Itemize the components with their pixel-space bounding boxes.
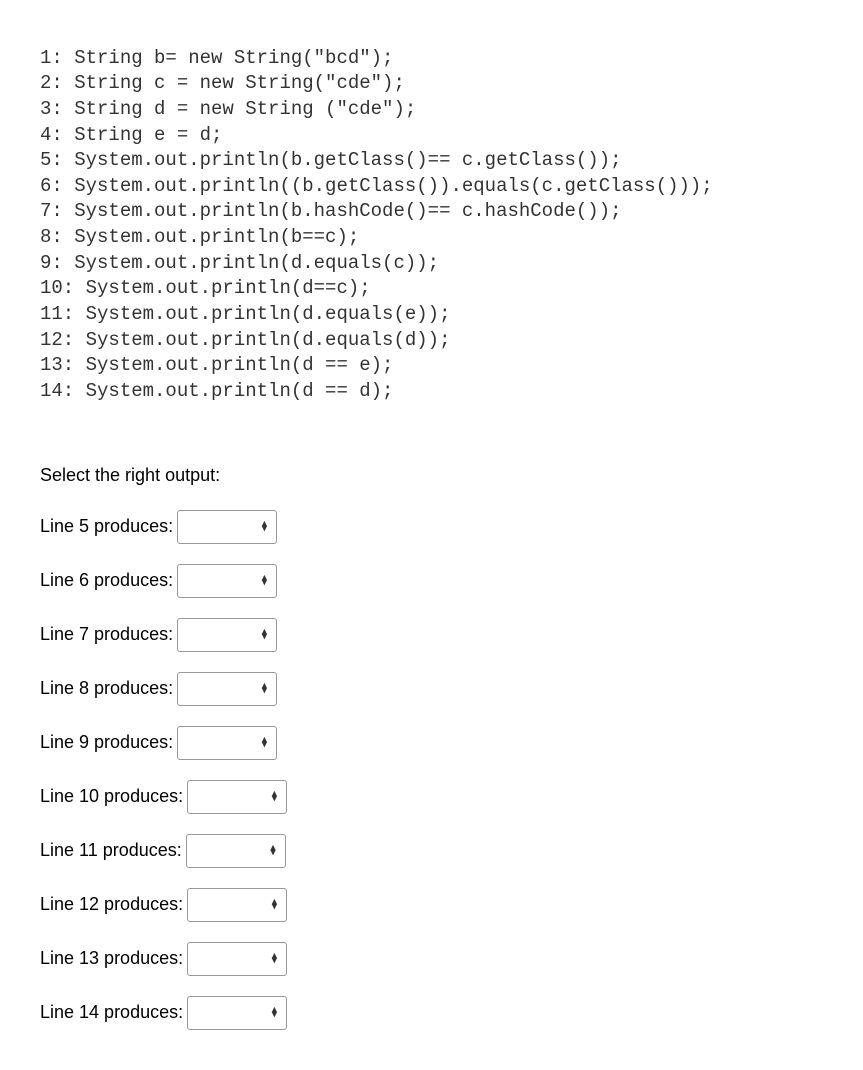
code-line: 9: System.out.println(d.equals(c)); bbox=[40, 252, 439, 274]
line-5-select[interactable] bbox=[177, 510, 277, 544]
question-row: Line 13 produces: ▴▾ bbox=[40, 942, 823, 976]
code-line: 1: String b= new String("bcd"); bbox=[40, 47, 393, 69]
question-row: Line 14 produces: ▴▾ bbox=[40, 996, 823, 1030]
question-label: Line 13 produces: bbox=[40, 948, 183, 969]
code-line: 3: String d = new String ("cde"); bbox=[40, 98, 416, 120]
line-14-select[interactable] bbox=[187, 996, 287, 1030]
question-row: Line 8 produces: ▴▾ bbox=[40, 672, 823, 706]
question-row: Line 12 produces: ▴▾ bbox=[40, 888, 823, 922]
line-9-select[interactable] bbox=[177, 726, 277, 760]
code-line: 4: String e = d; bbox=[40, 124, 222, 146]
line-7-select[interactable] bbox=[177, 618, 277, 652]
code-line: 8: System.out.println(b==c); bbox=[40, 226, 359, 248]
line-6-select[interactable] bbox=[177, 564, 277, 598]
code-line: 11: System.out.println(d.equals(e)); bbox=[40, 303, 450, 325]
code-line: 5: System.out.println(b.getClass()== c.g… bbox=[40, 149, 622, 171]
line-12-select[interactable] bbox=[187, 888, 287, 922]
line-10-select[interactable] bbox=[187, 780, 287, 814]
code-line: 10: System.out.println(d==c); bbox=[40, 277, 371, 299]
code-line: 14: System.out.println(d == d); bbox=[40, 380, 393, 402]
code-line: 12: System.out.println(d.equals(d)); bbox=[40, 329, 450, 351]
question-row: Line 7 produces: ▴▾ bbox=[40, 618, 823, 652]
question-label: Line 9 produces: bbox=[40, 732, 173, 753]
question-row: Line 9 produces: ▴▾ bbox=[40, 726, 823, 760]
question-label: Line 12 produces: bbox=[40, 894, 183, 915]
line-8-select[interactable] bbox=[177, 672, 277, 706]
line-13-select[interactable] bbox=[187, 942, 287, 976]
question-row: Line 11 produces: ▴▾ bbox=[40, 834, 823, 868]
question-row: Line 10 produces: ▴▾ bbox=[40, 780, 823, 814]
code-block: 1: String b= new String("bcd"); 2: Strin… bbox=[40, 20, 823, 405]
question-label: Line 5 produces: bbox=[40, 516, 173, 537]
code-line: 13: System.out.println(d == e); bbox=[40, 354, 393, 376]
code-line: 6: System.out.println((b.getClass()).equ… bbox=[40, 175, 713, 197]
question-row: Line 6 produces: ▴▾ bbox=[40, 564, 823, 598]
question-row: Line 5 produces: ▴▾ bbox=[40, 510, 823, 544]
question-label: Line 7 produces: bbox=[40, 624, 173, 645]
question-label: Line 11 produces: bbox=[40, 840, 182, 861]
question-label: Line 8 produces: bbox=[40, 678, 173, 699]
question-label: Line 14 produces: bbox=[40, 1002, 183, 1023]
code-line: 2: String c = new String("cde"); bbox=[40, 72, 405, 94]
line-11-select[interactable] bbox=[186, 834, 286, 868]
prompt-text: Select the right output: bbox=[40, 465, 823, 486]
question-label: Line 10 produces: bbox=[40, 786, 183, 807]
question-label: Line 6 produces: bbox=[40, 570, 173, 591]
code-line: 7: System.out.println(b.hashCode()== c.h… bbox=[40, 200, 622, 222]
